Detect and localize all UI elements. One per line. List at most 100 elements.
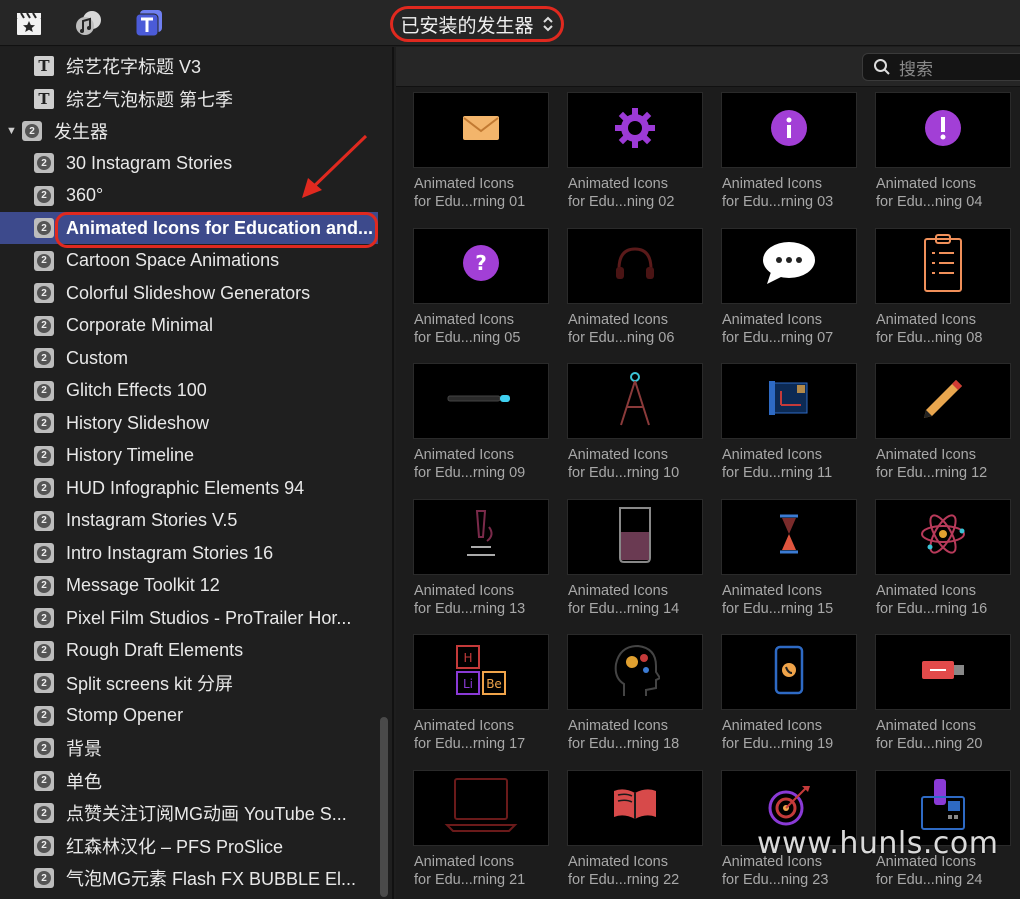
svg-text:H: H	[463, 651, 472, 665]
tile-caption-line1: Animated Icons	[722, 582, 822, 599]
generator-tile[interactable]: H Li Be Animated Icons for Edu...rning 17	[413, 634, 549, 766]
tile-caption: Animated Icons for Edu...rning 09	[413, 446, 549, 482]
tile-caption-line2: for Edu...rning 19	[722, 736, 834, 752]
sidebar-generator-item[interactable]: 2 点赞关注订阅MG动画 YouTube S...	[0, 797, 378, 829]
clapper-star-icon[interactable]	[14, 8, 44, 38]
tile-caption-line1: Animated Icons	[568, 176, 668, 192]
tile-caption-line2: for Edu...ning 24	[876, 871, 983, 888]
sidebar-generator-item[interactable]: 2 单色	[0, 765, 378, 797]
generator-icon: 2	[34, 153, 54, 173]
sidebar-item-label: Cartoon Space Animations	[66, 250, 280, 270]
tile-caption-line2: for Edu...rning 18	[568, 736, 680, 752]
generator-tile[interactable]: Animated Icons for Edu...rning 01	[413, 92, 549, 224]
tile-thumbnail	[721, 227, 857, 304]
tile-caption-line1: Animated Icons	[568, 718, 668, 734]
tile-caption-line2: for Edu...rning 17	[414, 736, 526, 752]
tile-caption-line1: Animated Icons	[876, 447, 976, 463]
tile-thumbnail: H Li Be	[413, 634, 549, 710]
sidebar-item-label: Glitch Effects 100	[66, 380, 207, 400]
sidebar-generator-item[interactable]: 2 Pixel Film Studios - ProTrailer Hor...	[0, 602, 378, 634]
tile-caption-line2: for Edu...rning 16	[876, 600, 988, 617]
tile-caption-line1: Animated Icons	[414, 718, 514, 734]
generator-icon: 2	[34, 185, 54, 206]
sidebar-generator-item[interactable]: 2 背景	[0, 732, 378, 764]
tile-caption: Animated Icons for Edu...rning 03	[721, 175, 857, 211]
generator-icon: 2	[34, 705, 54, 726]
title-generator-icon[interactable]	[134, 8, 164, 38]
generator-tile[interactable]: Animated Icons for Edu...rning 14	[567, 498, 703, 631]
sidebar-item-label: 点赞关注订阅MG动画 YouTube S...	[66, 804, 347, 824]
sidebar-title-item[interactable]: T 综艺气泡标题 第七季	[0, 83, 378, 115]
sidebar-generator-item[interactable]: 2 Intro Instagram Stories 16	[0, 537, 378, 569]
sidebar-generator-item[interactable]: 2 Animated Icons for Education and...	[0, 212, 378, 244]
gear-icon	[613, 106, 657, 155]
tile-thumbnail	[413, 363, 549, 439]
generator-tile[interactable]: Animated Icons for Edu...ning 04	[875, 92, 1011, 224]
sidebar-generator-item[interactable]: 2 Stomp Opener	[0, 700, 378, 732]
generator-tile[interactable]: Animated Icons for Edu...rning 16	[875, 498, 1011, 631]
tile-caption-line2: for Edu...rning 10	[568, 465, 680, 481]
generator-icon: 2	[34, 510, 54, 531]
generator-tile[interactable]: Animated Icons for Edu...ning 06	[567, 227, 703, 360]
generator-menu[interactable]: 已安装的发生器	[390, 6, 564, 42]
sidebar-scrollbar[interactable]	[380, 717, 388, 897]
sidebar-group-label: 发生器	[54, 122, 108, 142]
generator-tile[interactable]: Animated Icons for Edu...rning 13	[413, 498, 549, 631]
sidebar-title-item[interactable]: T 综艺花字标题 V3	[0, 50, 378, 82]
tile-thumbnail	[567, 92, 703, 168]
disclosure-triangle-icon[interactable]: ▼	[6, 125, 20, 137]
sidebar-generator-item[interactable]: 2 Split screens kit 分屏	[0, 667, 378, 699]
tile-caption-line1: Animated Icons	[722, 311, 822, 328]
tile-thumbnail	[721, 634, 857, 710]
generator-tile[interactable]: Animated Icons for Edu...rning 07	[721, 227, 857, 360]
sidebar-generator-item[interactable]: 2 Custom	[0, 342, 378, 374]
svg-text:Be: Be	[486, 677, 502, 691]
music-photo-icon[interactable]	[74, 8, 104, 38]
generator-tile[interactable]: Animated Icons for Edu...ning 08	[875, 227, 1011, 360]
envelope-icon	[461, 113, 501, 148]
sidebar-item-label: Instagram Stories V.5	[66, 510, 238, 530]
tile-caption-line2: for Edu...rning 22	[568, 871, 680, 888]
generator-tile[interactable]: Animated Icons for Edu...rning 11	[721, 363, 857, 495]
generator-tile[interactable]: Animated Icons for Edu...rning 03	[721, 92, 857, 224]
sidebar-item-label: 背景	[66, 739, 102, 759]
sidebar-generator-item[interactable]: 2 Colorful Slideshow Generators	[0, 277, 378, 309]
sidebar-generator-item[interactable]: 2 气泡MG元素 Flash FX BUBBLE El...	[0, 862, 378, 894]
tile-thumbnail	[721, 363, 857, 439]
sidebar-generator-item[interactable]: 2 Instagram Stories V.5	[0, 505, 378, 537]
generator-tile[interactable]: Animated Icons for Edu...rning 12	[875, 363, 1011, 495]
generator-icon: 2	[34, 868, 54, 888]
generator-tile[interactable]: Animated Icons for Edu...rning 10	[567, 363, 703, 495]
search-field[interactable]: 搜索	[862, 53, 1020, 81]
svg-text:Li: Li	[463, 677, 473, 691]
tile-caption: Animated Icons for Edu...rning 12	[875, 446, 1011, 482]
tile-caption-line2: for Edu...rning 12	[876, 465, 988, 481]
chat-bubble-icon	[761, 240, 817, 291]
generator-tile[interactable]: ? Animated Icons for Edu...ning 05	[413, 227, 549, 360]
generator-tile[interactable]: Animated Icons for Edu...rning 22	[567, 769, 703, 899]
sidebar-generator-item[interactable]: 2 Rough Draft Elements	[0, 635, 378, 667]
sidebar-generator-item[interactable]: 2 Cartoon Space Animations	[0, 245, 378, 277]
sidebar-generator-item[interactable]: 2 Message Toolkit 12	[0, 570, 378, 602]
generator-tile[interactable]: Animated Icons for Edu...rning 18	[567, 634, 703, 766]
generator-tile[interactable]: Animated Icons for Edu...rning 15	[721, 498, 857, 631]
question-icon: ?	[461, 243, 501, 288]
sidebar-generator-item[interactable]: 2 红森林汉化 – PFS ProSlice	[0, 830, 378, 862]
sidebar-generator-item[interactable]: 2 Glitch Effects 100	[0, 375, 378, 407]
search-placeholder: 搜索	[899, 59, 933, 79]
generator-tile[interactable]: Animated Icons for Edu...rning 09	[413, 363, 549, 495]
sidebar-item-label: History Timeline	[66, 445, 195, 465]
generator-tile[interactable]: Animated Icons for Edu...rning 21	[413, 769, 549, 899]
generator-tile[interactable]: Animated Icons for Edu...ning 20	[875, 634, 1011, 766]
generator-tile[interactable]: Animated Icons for Edu...rning 19	[721, 634, 857, 766]
tile-caption: Animated Icons for Edu...rning 01	[413, 175, 549, 211]
sidebar-generator-item[interactable]: 2 HUD Infographic Elements 94	[0, 472, 378, 504]
generator-tile[interactable]: Animated Icons for Edu...ning 02	[567, 92, 703, 224]
search-bar: 搜索	[396, 47, 1020, 87]
sidebar-generator-item[interactable]: 2 Corporate Minimal	[0, 310, 378, 342]
tile-caption-line2: for Edu...ning 06	[568, 329, 675, 346]
sidebar-generator-item[interactable]: 2 History Timeline	[0, 440, 378, 472]
sidebar-generator-item[interactable]: 2 History Slideshow	[0, 407, 378, 439]
sidebar-item-label: HUD Infographic Elements 94	[66, 477, 305, 498]
sidebar-item-label: Colorful Slideshow Generators	[66, 282, 311, 303]
